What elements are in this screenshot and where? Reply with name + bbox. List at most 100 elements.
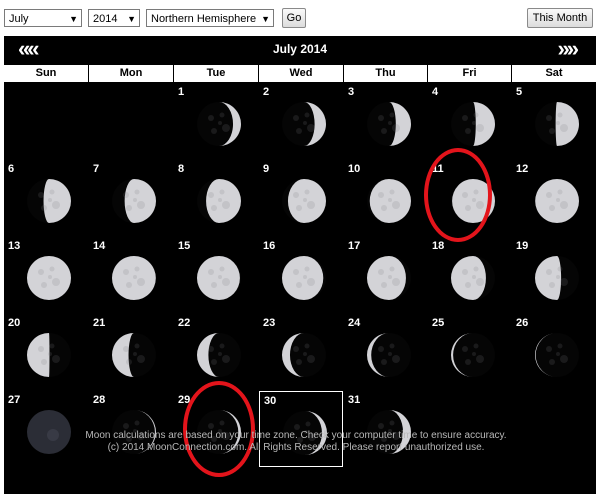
empty-day-cell [4, 83, 88, 159]
day-cell-25[interactable]: 25 [428, 314, 511, 390]
day-number: 20 [8, 317, 21, 329]
day-cell-27[interactable]: 27 [4, 391, 88, 467]
day-number: 6 [8, 163, 15, 175]
day-number: 29 [178, 394, 191, 406]
weekday-header-wed: Wed [259, 65, 343, 82]
moon-phase-icon [367, 179, 411, 223]
day-cell-20[interactable]: 20 [4, 314, 88, 390]
day-cell-2[interactable]: 2 [259, 83, 343, 159]
toolbar: July ▼ 2014 ▼ Northern Hemisphere ▼ Go T… [0, 0, 600, 36]
day-number: 4 [432, 86, 439, 98]
day-cell-12[interactable]: 12 [512, 160, 596, 236]
moon-phase-icon [27, 333, 71, 377]
day-number: 10 [348, 163, 361, 175]
footer-disclaimer: Moon calculations are based on your time… [85, 430, 507, 441]
this-month-button[interactable]: This Month [527, 8, 593, 28]
day-number: 3 [348, 86, 355, 98]
day-cell-18[interactable]: 18 [428, 237, 511, 313]
moon-phase-icon [451, 256, 495, 300]
day-cell-21[interactable]: 21 [89, 314, 173, 390]
day-number: 19 [516, 240, 529, 252]
hemisphere-select-value: Northern Hemisphere [151, 13, 257, 25]
calendar-title: July 2014 [272, 42, 328, 56]
weekday-header-tue: Tue [174, 65, 258, 82]
day-number: 15 [178, 240, 191, 252]
chevron-down-icon: ▼ [261, 14, 270, 24]
day-cell-10[interactable]: 10 [344, 160, 427, 236]
day-cell-8[interactable]: 8 [174, 160, 258, 236]
calendar-nav: «« July 2014 »» [4, 36, 596, 64]
next-month-button[interactable]: »» [558, 37, 580, 61]
day-cell-15[interactable]: 15 [174, 237, 258, 313]
go-button[interactable]: Go [282, 8, 306, 28]
moon-phase-icon [197, 333, 241, 377]
moon-phase-icon [112, 179, 156, 223]
day-cell-1[interactable]: 1 [174, 83, 258, 159]
footer: Moon calculations are based on your time… [0, 430, 592, 454]
day-number: 24 [348, 317, 361, 329]
moon-phase-icon [535, 333, 579, 377]
day-cell-31[interactable]: 31 [344, 391, 427, 467]
day-cell-16[interactable]: 16 [259, 237, 343, 313]
day-number: 5 [516, 86, 523, 98]
day-number: 21 [93, 317, 106, 329]
day-number: 27 [8, 394, 21, 406]
empty-day-cell [89, 83, 173, 159]
day-cell-14[interactable]: 14 [89, 237, 173, 313]
day-cell-3[interactable]: 3 [344, 83, 427, 159]
moon-phase-icon [282, 333, 326, 377]
day-number: 31 [348, 394, 361, 406]
day-cell-9[interactable]: 9 [259, 160, 343, 236]
weekday-header-sun: Sun [4, 65, 88, 82]
weekday-header-thu: Thu [344, 65, 427, 82]
weekday-header-mon: Mon [89, 65, 173, 82]
day-number: 23 [263, 317, 276, 329]
day-cell-19[interactable]: 19 [512, 237, 596, 313]
day-cell-13[interactable]: 13 [4, 237, 88, 313]
moon-phase-icon [367, 333, 411, 377]
day-cell-6[interactable]: 6 [4, 160, 88, 236]
day-number: 28 [93, 394, 106, 406]
moon-phase-icon [197, 179, 241, 223]
empty-day-cell [428, 391, 511, 467]
day-number: 16 [263, 240, 276, 252]
day-number: 12 [516, 163, 529, 175]
day-number: 11 [432, 163, 444, 175]
day-number: 2 [263, 86, 270, 98]
moon-phase-icon [282, 256, 326, 300]
day-number: 7 [93, 163, 100, 175]
day-cell-17[interactable]: 17 [344, 237, 427, 313]
moon-calendar: «« July 2014 »» Sun Mon Tue Wed Thu Fri Sat 1 2 3… [4, 36, 596, 494]
moon-phase-icon [535, 179, 579, 223]
day-number: 8 [178, 163, 185, 175]
year-select[interactable]: 2014 ▼ [88, 9, 140, 27]
chevron-down-icon: ▼ [127, 14, 136, 24]
day-cell-7[interactable]: 7 [89, 160, 173, 236]
moon-phase-icon [27, 256, 71, 300]
footer-copyright: (c) 2014 MoonConnection.com. All Rights … [107, 442, 485, 453]
month-select[interactable]: July ▼ [4, 9, 82, 27]
day-number: 26 [516, 317, 529, 329]
day-cell-29[interactable]: 29 [174, 391, 258, 467]
day-number: 18 [432, 240, 445, 252]
day-cell-5[interactable]: 5 [512, 83, 596, 159]
day-cell-23[interactable]: 23 [259, 314, 343, 390]
day-cell-26[interactable]: 26 [512, 314, 596, 390]
moon-phase-icon [535, 102, 579, 146]
day-cell-11[interactable]: 11 [428, 160, 511, 236]
day-cell-30[interactable]: 30 [259, 391, 343, 467]
day-cell-24[interactable]: 24 [344, 314, 427, 390]
chevron-down-icon: ▼ [69, 14, 78, 24]
day-number: 14 [93, 240, 106, 252]
hemisphere-select[interactable]: Northern Hemisphere ▼ [146, 9, 274, 27]
moon-phase-icon [367, 256, 411, 300]
moon-phase-icon [451, 333, 495, 377]
moon-phase-icon [367, 102, 411, 146]
day-number: 22 [178, 317, 191, 329]
month-select-value: July [9, 13, 29, 25]
day-cell-22[interactable]: 22 [174, 314, 258, 390]
moon-phase-icon [451, 102, 495, 146]
day-cell-28[interactable]: 28 [89, 391, 173, 467]
day-cell-4[interactable]: 4 [428, 83, 511, 159]
moon-phase-icon [282, 102, 326, 146]
